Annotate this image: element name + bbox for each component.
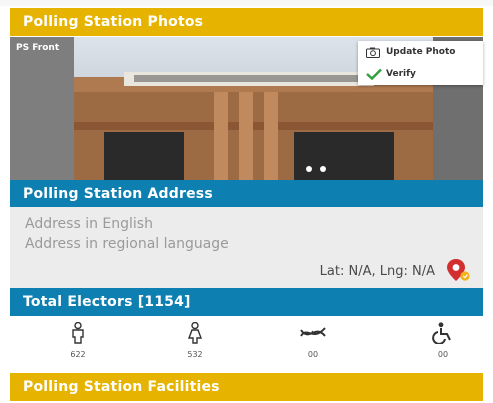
male-icon (70, 321, 86, 348)
camera-icon (366, 47, 386, 58)
electors-section-header: Total Electors [1154] (10, 288, 483, 316)
carousel-dot[interactable] (306, 166, 312, 172)
photo-caption: PS Front (16, 43, 60, 53)
carousel-indicator (306, 166, 326, 172)
third-gender-count: 00 (307, 350, 319, 359)
update-photo-button[interactable]: Update Photo (358, 41, 483, 63)
update-photo-label: Update Photo (386, 47, 456, 57)
facilities-header-title: Polling Station Facilities (23, 379, 220, 395)
electors-header-title: Total Electors [1154] (23, 294, 191, 310)
previous-photo-preview[interactable] (10, 37, 74, 180)
photos-header-title: Polling Station Photos (23, 14, 204, 30)
address-english-field[interactable]: Address in English (25, 216, 153, 232)
electors-breakdown: 622 532 00 00 (10, 316, 483, 373)
photos-section-header: Polling Station Photos (10, 8, 483, 36)
verify-button[interactable]: Verify (358, 63, 483, 85)
male-count: 622 (70, 350, 86, 359)
lat-lng-readout: Lat: N/A, Lng: N/A (319, 264, 435, 279)
elector-female: 532 (165, 321, 225, 359)
facilities-section-header[interactable]: Polling Station Facilities (10, 373, 483, 401)
address-header-title: Polling Station Address (23, 185, 213, 202)
address-regional-field[interactable]: Address in regional language (25, 236, 229, 252)
carousel-dot[interactable] (320, 166, 326, 172)
top-strip (0, 0, 493, 6)
check-icon (366, 68, 386, 80)
map-pin-icon[interactable] (445, 258, 471, 286)
disabled-count: 00 (437, 350, 449, 359)
third-gender-icon (299, 327, 327, 348)
elector-male: 622 (48, 321, 108, 359)
female-icon (187, 321, 203, 348)
disabled-icon (432, 322, 454, 348)
address-section-header: Polling Station Address (10, 180, 483, 207)
female-count: 532 (187, 350, 203, 359)
elector-third-gender: 00 (283, 322, 343, 359)
address-panel: Address in English Address in regional l… (10, 207, 483, 288)
verify-label: Verify (386, 69, 416, 79)
photo-action-menu: Update Photo Verify (358, 41, 483, 85)
elector-disabled: 00 (413, 322, 473, 359)
